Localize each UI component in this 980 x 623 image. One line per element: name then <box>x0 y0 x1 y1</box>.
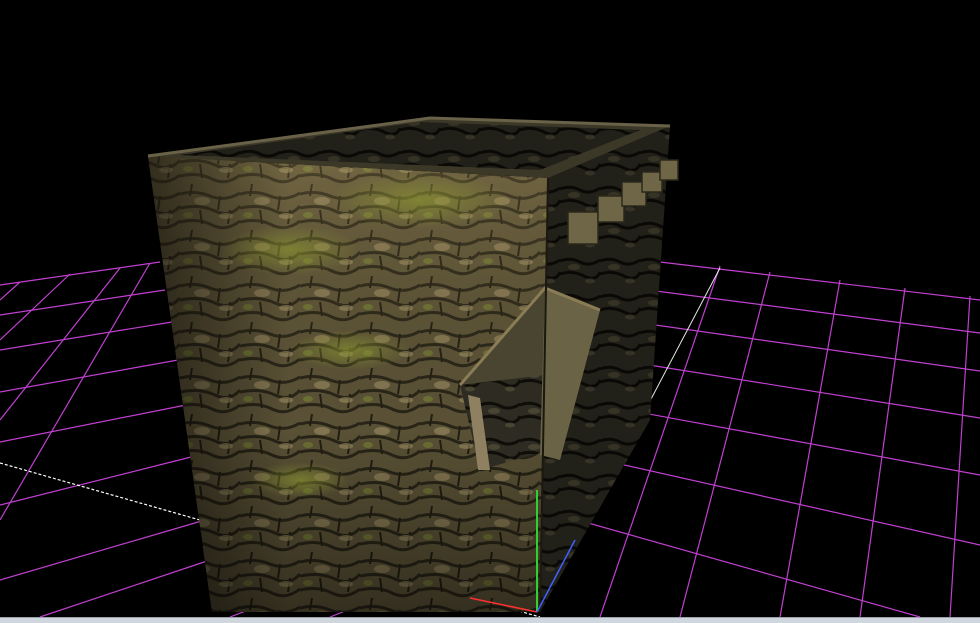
tower-model[interactable] <box>147 116 679 613</box>
status-bar <box>0 617 980 623</box>
3d-viewport[interactable] <box>0 0 980 617</box>
viewport-canvas[interactable] <box>0 0 980 617</box>
